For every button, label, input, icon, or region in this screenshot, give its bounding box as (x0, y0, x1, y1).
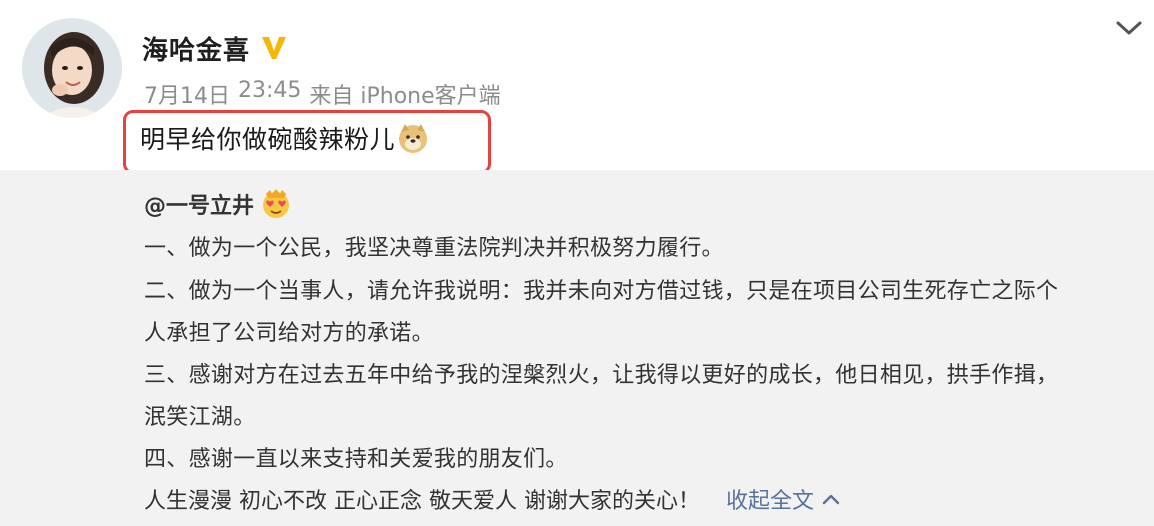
chevron-up-icon (822, 494, 840, 505)
author-row: 海哈金喜 (142, 28, 288, 68)
post-meta: 7月14日 23:45 来自 iPhone客户端 (144, 78, 501, 110)
repost-line-3: 人承担了公司给对方的承诺。 (144, 321, 434, 346)
post-time: 23:45 (238, 78, 302, 103)
avatar[interactable] (22, 18, 122, 118)
repost-line-4: 三、感谢对方在过去五年中给予我的涅槃烈火，让我得以更好的成长，他日相见，拱手作揖… (144, 363, 1059, 388)
repost-line-6: 四、感谢一直以来支持和关爱我的朋友们。 (144, 447, 568, 472)
collapse-button[interactable]: 收起全文 (726, 483, 840, 515)
repost-line-5: 泯笑江湖。 (144, 405, 256, 430)
heart-eyes-emoji-icon (263, 189, 290, 218)
author-name[interactable]: 海哈金喜 (142, 30, 250, 67)
repost-line-1: 一、做为一个公民，我坚决尊重法院判决并积极努力履行。 (144, 236, 724, 261)
repost-line-2: 二、做为一个当事人，请允许我说明：我并未向对方借过钱，只是在项目公司生死存亡之际… (144, 279, 1059, 304)
chevron-down-icon[interactable] (1114, 16, 1144, 40)
repost-header: @一号立井 (144, 188, 292, 220)
repost-closing-line: 人生漫漫 初心不改 正心正念 敬天爱人 谢谢大家的关心！ (144, 489, 700, 514)
post-text: 明早给你做碗酸辣粉儿 (140, 120, 429, 156)
verified-badge-icon (262, 37, 287, 59)
post-text-content: 明早给你做碗酸辣粉儿 (140, 125, 396, 154)
doge-emoji-icon (399, 124, 428, 153)
post-source: 来自 iPhone客户端 (309, 84, 501, 109)
repost-last-row: 人生漫漫 初心不改 正心正念 敬天爱人 谢谢大家的关心！ 收起全文 (144, 483, 840, 515)
mention-link[interactable]: @一号立井 (144, 188, 254, 220)
post-date: 7月14日 (144, 84, 230, 109)
collapse-label: 收起全文 (725, 489, 814, 514)
